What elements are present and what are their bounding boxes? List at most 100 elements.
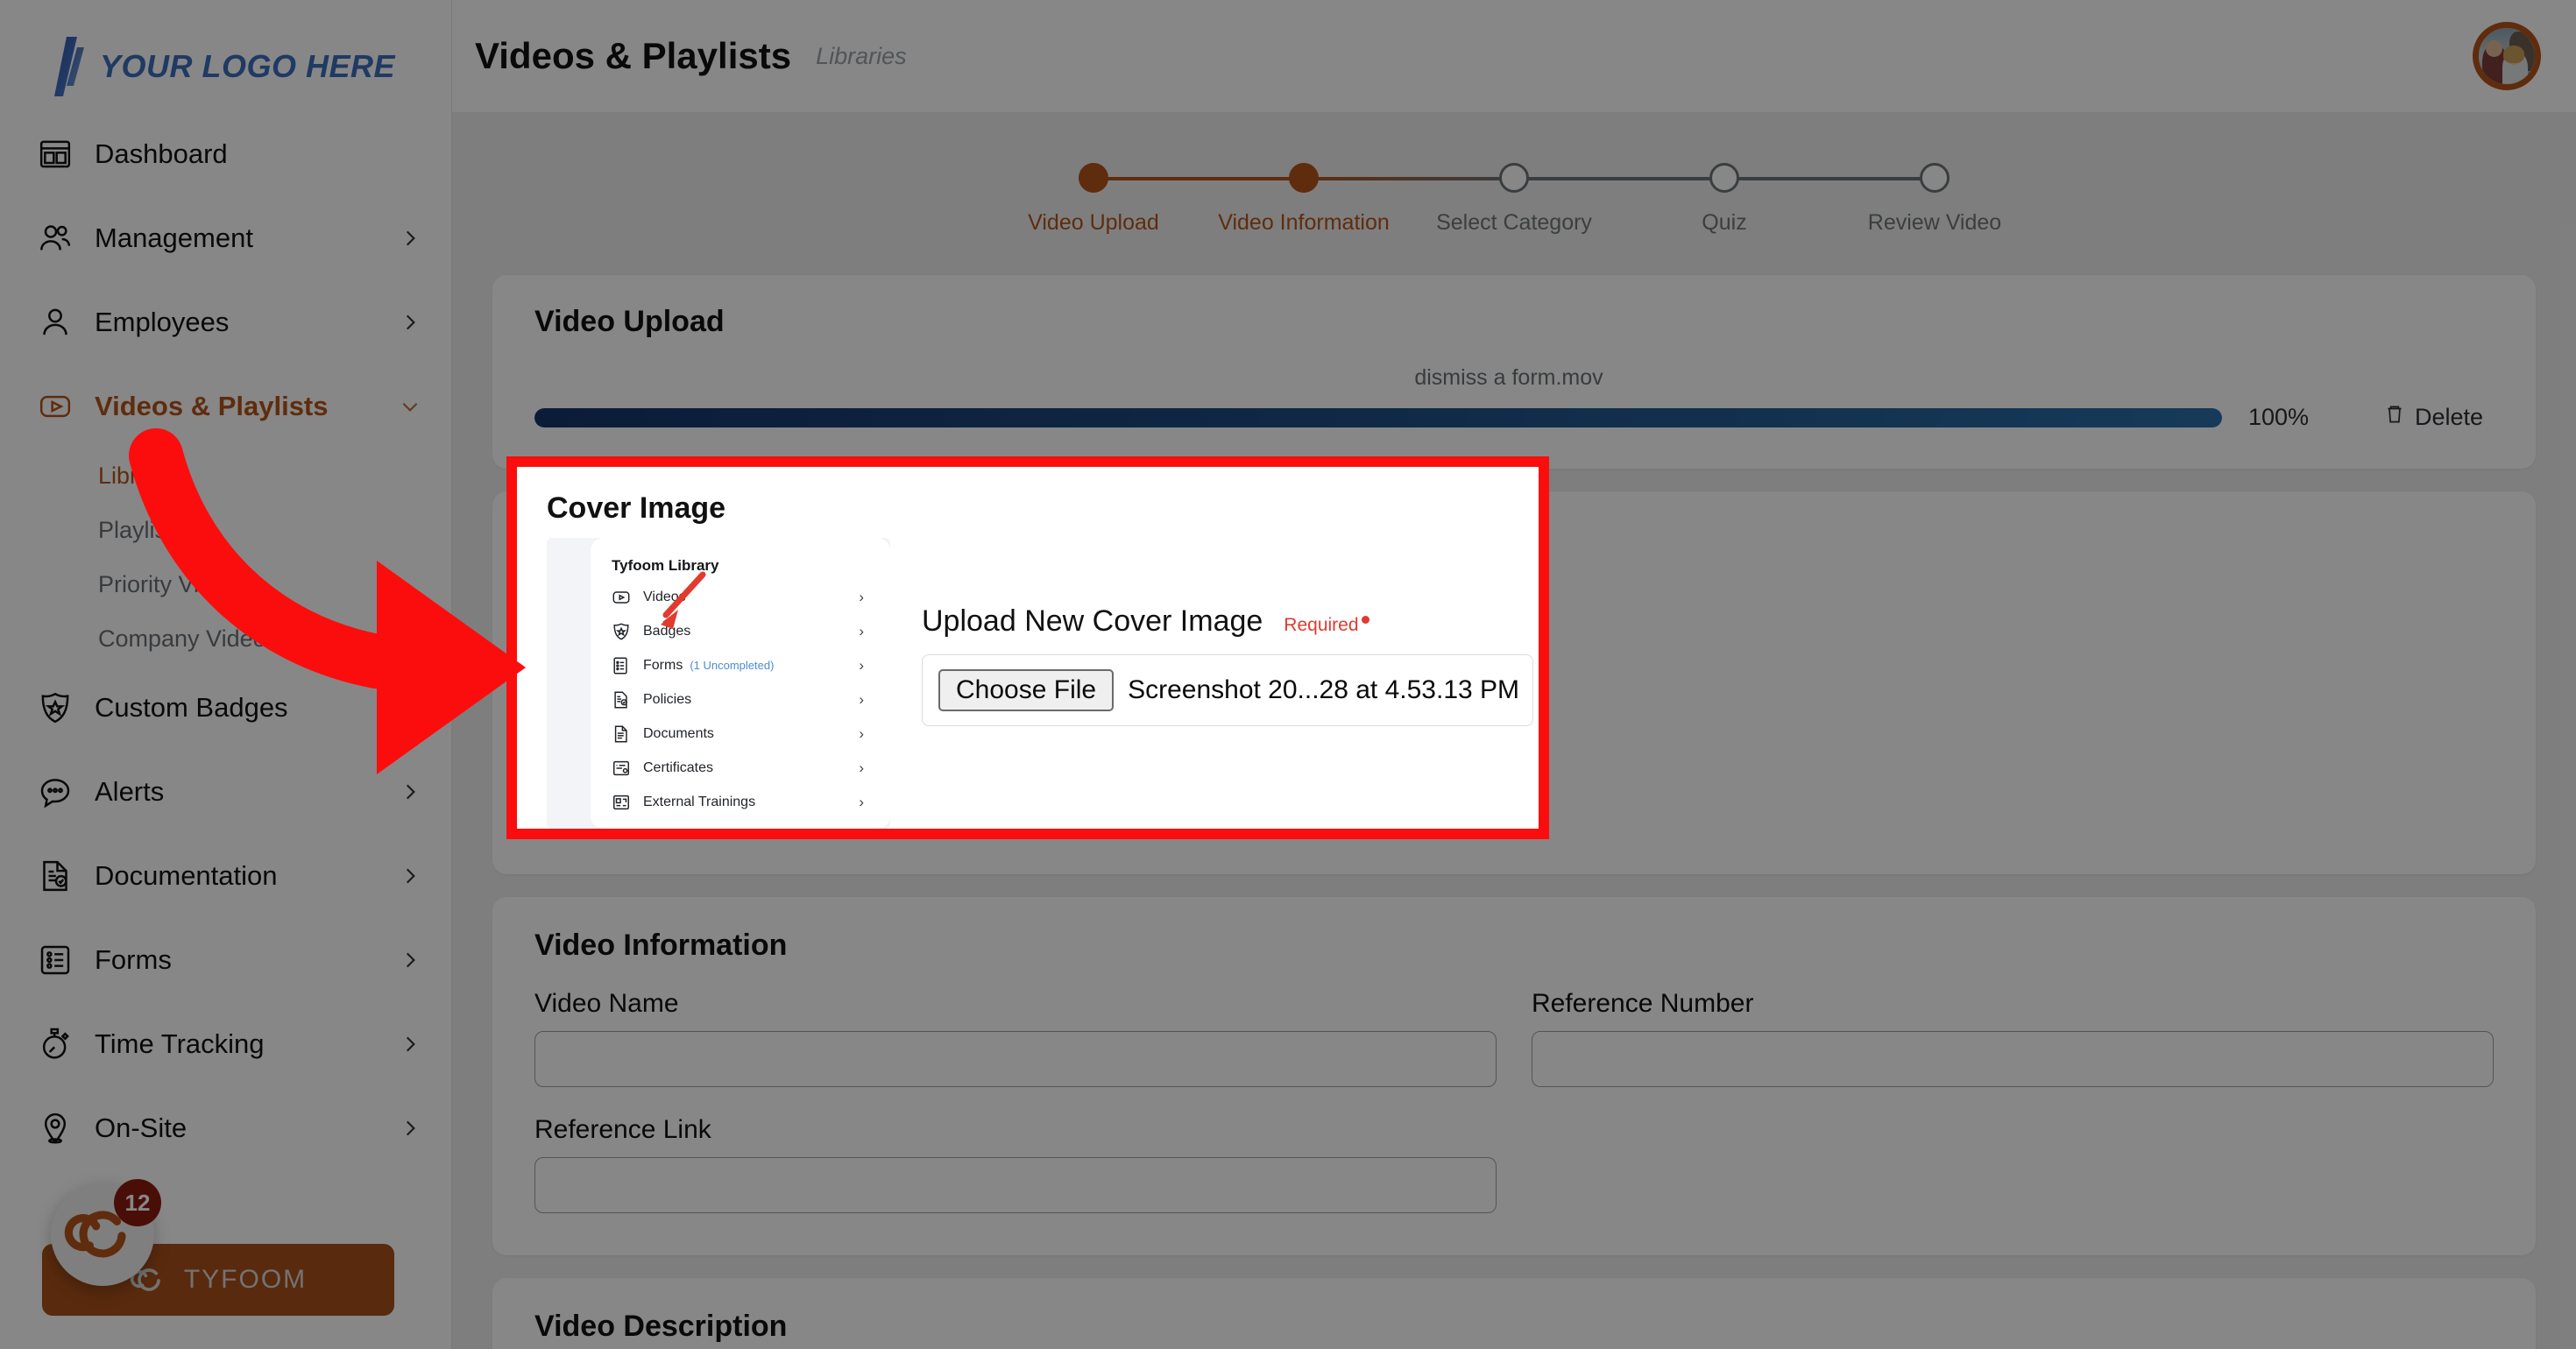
cover-image-highlight: Cover Image Tyfoom Library Videos › Badg…	[506, 456, 1549, 839]
chevron-right-icon: ›	[859, 588, 864, 605]
chevron-right-icon	[399, 227, 421, 250]
sidebar-subitem-label: Libraries	[98, 462, 189, 489]
step-label: Review Video	[1867, 210, 2002, 235]
step-select-category[interactable]: Select Category	[1409, 163, 1724, 236]
sidebar-item-documentation[interactable]: Documentation	[0, 834, 451, 918]
step-quiz[interactable]: Quiz	[1619, 163, 1935, 236]
page-title: Videos & Playlists	[475, 35, 792, 76]
thumbnail-row-label: Certificates	[643, 759, 714, 775]
chevron-down-icon	[399, 395, 421, 418]
document-check-icon	[612, 690, 631, 710]
video-information-heading: Video Information	[534, 929, 788, 962]
sidebar-item-on-site[interactable]: On-Site	[0, 1086, 451, 1170]
stopwatch-icon	[35, 1024, 75, 1064]
sidebar-subitem-libraries[interactable]: Libraries	[0, 448, 451, 503]
sidebar-item-employees[interactable]: Employees	[0, 280, 451, 364]
thumbnail-row: Policies ›	[612, 682, 890, 717]
badge-shield-icon	[612, 622, 631, 641]
step-label: Select Category	[1436, 210, 1592, 235]
sidebar-subitem-label: Company Video Schedule	[98, 625, 372, 652]
reference-number-input[interactable]	[1532, 1031, 2494, 1087]
sidebar-subitem-playlists[interactable]: Playlists	[0, 503, 451, 557]
sidebar-item-alerts[interactable]: Alerts	[0, 750, 451, 834]
tyfoom-help-button[interactable]: 12	[51, 1179, 161, 1286]
external-training-icon	[612, 793, 631, 812]
chevron-right-icon	[399, 865, 421, 887]
field-video-name: Video Name	[534, 989, 1497, 1087]
field-label: Reference Number	[1532, 989, 1754, 1018]
video-information-card: Video Information Video Name Reference N…	[492, 897, 2536, 1255]
brand-logo[interactable]: YOUR LOGO HERE	[0, 0, 451, 112]
step-dot	[1920, 163, 1950, 193]
chevron-right-icon	[399, 1033, 421, 1056]
delete-upload-button[interactable]: Delete	[2383, 403, 2483, 432]
sidebar-item-label: Custom Badges	[95, 692, 288, 723]
sidebar-item-videos-playlists[interactable]: Videos & Playlists	[0, 364, 451, 448]
field-spacer	[1532, 1115, 2494, 1213]
avatar-hair-right	[2503, 46, 2525, 63]
cover-image-heading: Cover Image	[547, 491, 726, 525]
sidebar-subitem-label: Playlists	[98, 516, 186, 543]
chevron-right-icon: ›	[859, 656, 864, 674]
sidebar-item-time-tracking[interactable]: Time Tracking	[0, 1002, 451, 1086]
user-icon	[35, 302, 75, 343]
sidebar-subitem-company-video-schedule[interactable]: Company Video Schedule	[0, 611, 451, 666]
step-connector	[1724, 177, 1935, 180]
step-connector	[1514, 177, 1724, 180]
step-video-information[interactable]: Video Information	[1199, 163, 1514, 236]
app-root: YOUR LOGO HERE Dashboard Management Empl…	[0, 0, 2576, 1349]
chevron-right-icon: ›	[859, 690, 864, 708]
chevron-right-icon	[399, 780, 421, 803]
sidebar-item-label: On-Site	[95, 1112, 188, 1143]
sidebar-item-label: Alerts	[95, 776, 165, 807]
sidebar-item-label: Dashboard	[95, 138, 228, 169]
step-connector	[1304, 177, 1514, 180]
stepper-track: Video Upload Video Information Select Ca…	[988, 163, 2040, 236]
breadcrumb: Libraries	[816, 42, 907, 69]
upload-cover-image-section: Upload New Cover Image Required Choose F…	[922, 538, 1533, 726]
sidebar-item-management[interactable]: Management	[0, 196, 451, 280]
step-review-video[interactable]: Review Video	[1829, 163, 2040, 236]
delete-label: Delete	[2414, 404, 2483, 430]
sidebar-item-dashboard[interactable]: Dashboard	[0, 112, 451, 196]
avatar[interactable]	[2473, 22, 2541, 90]
form-list-icon	[35, 940, 75, 980]
logo-text: YOUR LOGO HERE	[100, 48, 396, 84]
thumbnail-title: Tyfoom Library	[612, 557, 719, 574]
form-list-icon	[612, 656, 631, 675]
video-upload-card: Video Upload dismiss a form.mov 100% Del…	[492, 275, 2536, 469]
sidebar-item-forms[interactable]: Forms	[0, 918, 451, 1002]
video-description-heading: Video Description	[534, 1310, 788, 1343]
required-text: Required	[1284, 615, 1359, 635]
field-label: Reference Link	[534, 1115, 711, 1144]
sidebar-item-label: Forms	[95, 944, 172, 975]
sidebar-subitem-priority-videos[interactable]: Priority Videos	[0, 557, 451, 611]
upload-progress-bar	[534, 407, 2222, 427]
chevron-right-icon: ›	[859, 724, 864, 742]
choose-file-button[interactable]: Choose File	[938, 669, 1115, 711]
thumbnail-row-label: Policies	[643, 691, 692, 707]
sidebar-item-label: Videos & Playlists	[95, 391, 329, 421]
required-indicator: Required	[1284, 615, 1369, 636]
thumbnail-row-label: Badges	[643, 623, 691, 639]
step-dot	[1499, 163, 1529, 193]
sidebar-item-custom-badges[interactable]: Custom Badges	[0, 666, 451, 750]
video-name-input[interactable]	[534, 1031, 1497, 1087]
current-cover-thumbnail: Tyfoom Library Videos › Badges › Forms (…	[547, 538, 890, 829]
thumbnail-row-label: Videos	[643, 589, 686, 604]
play-box-icon	[612, 588, 631, 607]
step-video-upload[interactable]: Video Upload	[988, 163, 1304, 236]
chevron-right-icon	[399, 1117, 421, 1140]
badge-shield-icon	[35, 688, 75, 728]
thumbnail-row-label: Forms	[643, 657, 683, 673]
reference-link-input[interactable]	[534, 1157, 1497, 1213]
cover-image-file-input[interactable]: Choose File Screenshot 20...28 at 4.53.1…	[922, 654, 1533, 726]
thumbnail-row: Certificates ›	[612, 751, 890, 785]
upload-cover-label: Upload New Cover Image	[922, 604, 1263, 638]
chevron-right-icon: ›	[859, 622, 864, 639]
thumbnail-row-label: Documents	[643, 725, 714, 741]
sidebar-item-label: Employees	[95, 307, 230, 337]
chat-bubble-icon	[35, 772, 75, 812]
wizard-stepper: Video Upload Video Information Select Ca…	[492, 142, 2536, 275]
thumbnail-row: Documents ›	[612, 717, 890, 751]
